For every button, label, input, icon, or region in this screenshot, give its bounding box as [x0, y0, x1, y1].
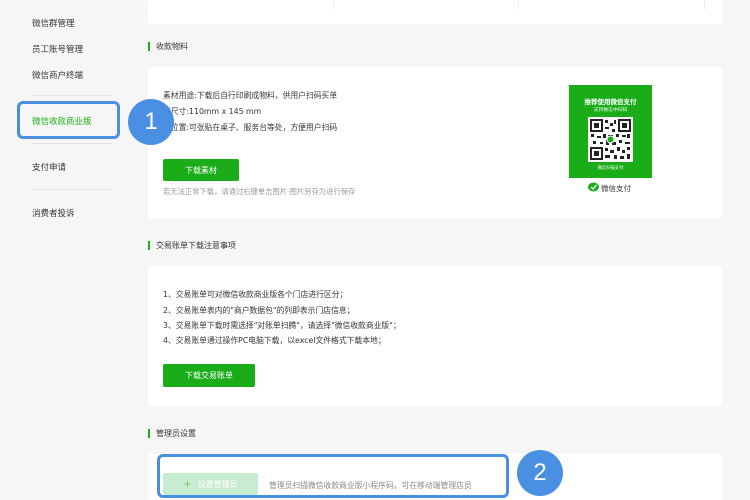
sidebar-item-merchant-terminal[interactable]: 微信商户终端 [32, 69, 83, 81]
sidebar-item-payment-apply[interactable]: 支付申请 [32, 161, 66, 173]
materials-usage-text: 素材用途:下载后自行印刷成物料，供用户扫码买单 [163, 91, 338, 100]
callout-badge-one: 1 [128, 99, 174, 145]
qr-poster-image[interactable]: 推荐使用微信支付 支持微信中扫码 微信扫描支付 [569, 85, 652, 178]
bill-section-title: 交易账单下载注意事项 [148, 240, 236, 251]
callout-highlight-box [17, 101, 120, 139]
wechat-pay-label: 微信支付 [601, 184, 631, 193]
sidebar-divider [32, 189, 112, 190]
materials-section-title: 收款物料 [148, 41, 188, 52]
poster-footer: 微信扫描支付 [597, 166, 624, 171]
bill-note: 1、交易账单可对微信收款商业版各个门店进行区分； [163, 290, 348, 299]
sidebar: 微信群管理 员工账号管理 微信商户终端 微信收款商业版 支付申请 消费者投诉 [0, 0, 130, 500]
qr-code-icon [588, 117, 633, 162]
download-bill-button[interactable]: 下载交易账单 [163, 364, 255, 387]
poster-subtitle: 支持微信中扫码 [593, 108, 628, 113]
bill-note: 4、交易账单通过操作PC电脑下载，以excel文件格式下载本地； [163, 336, 386, 345]
download-materials-button[interactable]: 下载素材 [163, 159, 239, 181]
wechat-pay-icon [588, 182, 599, 192]
top-card [148, 0, 722, 24]
admin-section-title: 管理员设置 [148, 428, 196, 439]
sidebar-item-wechat-groups[interactable]: 微信群管理 [32, 17, 75, 29]
callout-badge-two: 2 [517, 450, 563, 496]
poster-title: 推荐使用微信支付 [584, 98, 637, 106]
sidebar-divider [32, 95, 112, 96]
sidebar-divider [32, 143, 112, 144]
sidebar-item-staff-accounts[interactable]: 员工账号管理 [32, 43, 83, 55]
materials-placement-text: 放位置:可张贴在桌子、服务台等处，方便用户扫码 [163, 123, 338, 132]
sidebar-item-complaints[interactable]: 消费者投诉 [32, 207, 75, 219]
bill-note: 2、交易账单表内的"商户数据包"的列即表示门店信息； [163, 306, 355, 315]
materials-size-text: 料尺寸:110mm x 145 mm [163, 107, 262, 116]
bill-note: 3、交易账单下载时需选择"对账单扫腾"，请选择"微信收款商业版"； [163, 321, 401, 330]
download-hint-text: 若无法正常下载，请通过右键单击图片-图片另存为进行保存 [163, 187, 356, 196]
callout-highlight-box [157, 454, 509, 498]
